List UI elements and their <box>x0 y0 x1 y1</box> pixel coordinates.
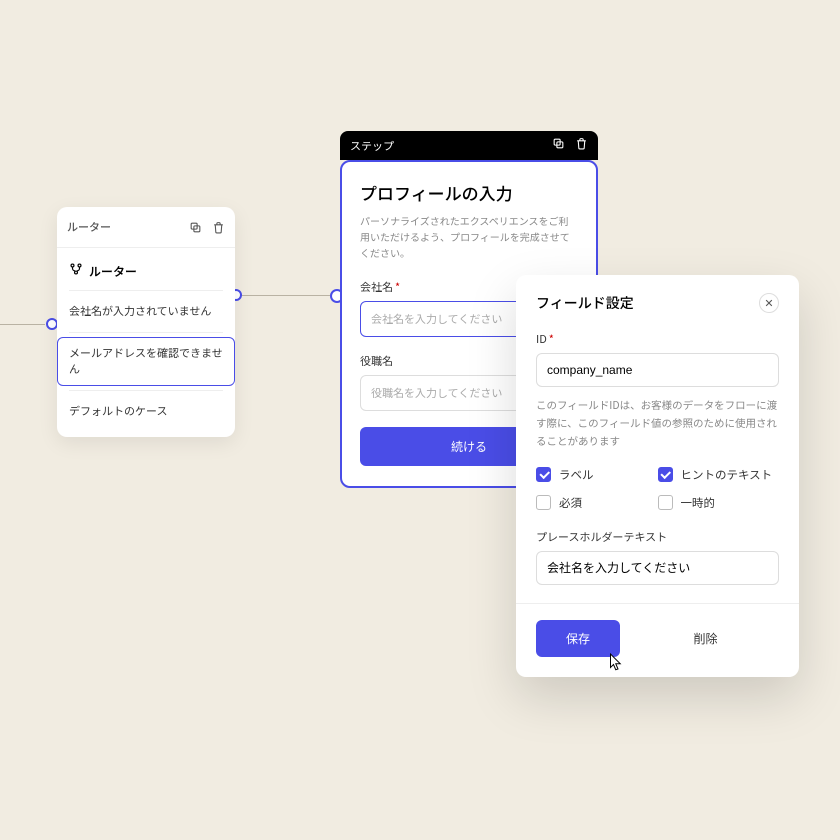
placeholder-section-label: プレースホルダーテキスト <box>536 529 779 545</box>
checkbox-icon <box>658 495 673 510</box>
id-label: ID* <box>536 331 779 347</box>
router-section-label: ルーター <box>89 263 137 280</box>
copy-icon[interactable] <box>552 137 565 154</box>
checkbox-label[interactable]: ラベル <box>536 467 658 483</box>
trash-icon[interactable] <box>575 137 588 154</box>
router-case[interactable]: メールアドレスを確認できません <box>69 333 223 391</box>
checkbox-hint[interactable]: ヒントのテキスト <box>658 467 780 483</box>
router-header: ルーター <box>57 207 235 248</box>
modal-title: フィールド設定 <box>536 293 634 313</box>
step-title: プロフィールの入力 <box>360 180 578 205</box>
flow-edge <box>235 295 330 296</box>
id-input[interactable] <box>536 353 779 387</box>
step-header: ステップ <box>340 131 598 160</box>
copy-icon[interactable] <box>189 215 202 239</box>
delete-button[interactable]: 削除 <box>632 620 779 657</box>
divider <box>516 603 799 604</box>
router-header-title: ルーター <box>67 219 111 235</box>
checkbox-required[interactable]: 必須 <box>536 495 658 511</box>
trash-icon[interactable] <box>212 215 225 239</box>
checkbox-icon <box>536 495 551 510</box>
router-section-header: ルーター <box>69 258 223 291</box>
step-description: パーソナライズされたエクスペリエンスをご利用いただけるよう、プロフィールを完成さ… <box>360 213 578 261</box>
id-help-text: このフィールドIDは、お客様のデータをフローに渡す際に、このフィールド値の参照の… <box>536 397 779 451</box>
checkbox-transient[interactable]: 一時的 <box>658 495 780 511</box>
branch-icon <box>69 262 83 280</box>
router-case[interactable]: デフォルトのケース <box>69 391 223 434</box>
placeholder-input[interactable] <box>536 551 779 585</box>
router-case[interactable]: 会社名が入力されていません <box>69 291 223 333</box>
checkbox-icon <box>536 467 551 482</box>
close-icon[interactable]: ✕ <box>759 293 779 313</box>
step-header-title: ステップ <box>350 138 394 154</box>
save-button[interactable]: 保存 <box>536 620 620 657</box>
checkbox-icon <box>658 467 673 482</box>
router-panel: ルーター ルーター 会社名が入力されていません メールアドレスを確認できません … <box>57 207 235 437</box>
flow-edge <box>0 324 45 325</box>
field-settings-modal: フィールド設定 ✕ ID* このフィールドIDは、お客様のデータをフローに渡す際… <box>516 275 799 677</box>
